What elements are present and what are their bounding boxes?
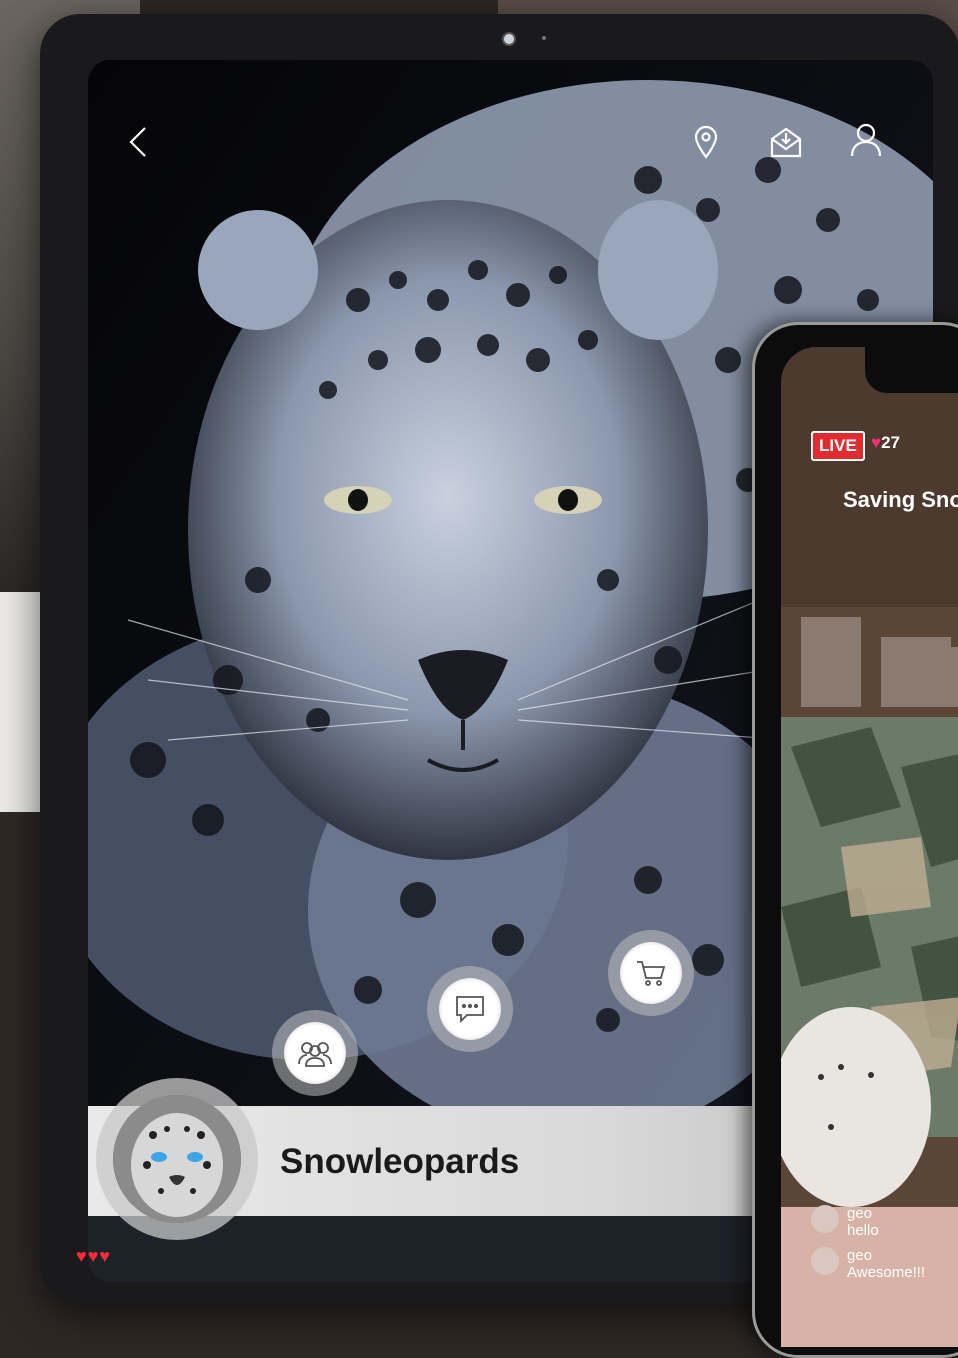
live-badge: LIVE [811,431,865,461]
comment-item: geo Awesome!!! [811,1247,925,1281]
reaction-hearts: ♥♥♥ [76,1246,112,1266]
comment-avatar [811,1205,839,1233]
location-button[interactable] [688,122,724,162]
phone-device: LIVE ♥27 Saving Sno geo hello geo Awesome!… [752,322,958,1358]
heart-count-value: 27 [881,433,901,452]
comment-text: Awesome!!! [847,1264,926,1281]
profile-avatar-button[interactable] [96,1078,258,1240]
phone-notch [865,347,958,393]
mail-open-icon [770,127,802,158]
phone-screen: LIVE ♥27 Saving Sno geo hello geo Awesome!… [781,347,958,1347]
heart-icon: ♥ [871,433,882,452]
profile-button[interactable] [846,120,886,160]
avatar [113,1095,241,1223]
chat-icon [456,996,484,1024]
viewer-heart-count: ♥27 [871,433,900,453]
stream-title: Saving Sno [843,487,958,512]
chat-button[interactable] [427,966,513,1052]
comment-user: geo [847,1205,873,1222]
comment-user: geo [847,1247,873,1264]
comment-item: geo hello [811,1205,879,1239]
chevron-left-icon [129,127,146,157]
messages-button[interactable] [766,122,806,162]
comment-avatar [811,1247,839,1275]
group-icon [298,1042,332,1067]
snow-leopard-avatar-image [113,1095,241,1223]
map-pin-icon [694,125,718,159]
user-icon [850,123,882,157]
profile-name: Snowleopards [280,1142,520,1181]
top-nav-bar [88,60,933,200]
sensor-dot [542,36,546,40]
back-button[interactable] [118,122,158,162]
comment-text: hello [847,1222,879,1239]
cart-button[interactable] [608,930,694,1016]
cart-icon [637,961,666,986]
camera-icon [502,32,516,46]
group-button[interactable] [272,1010,358,1096]
